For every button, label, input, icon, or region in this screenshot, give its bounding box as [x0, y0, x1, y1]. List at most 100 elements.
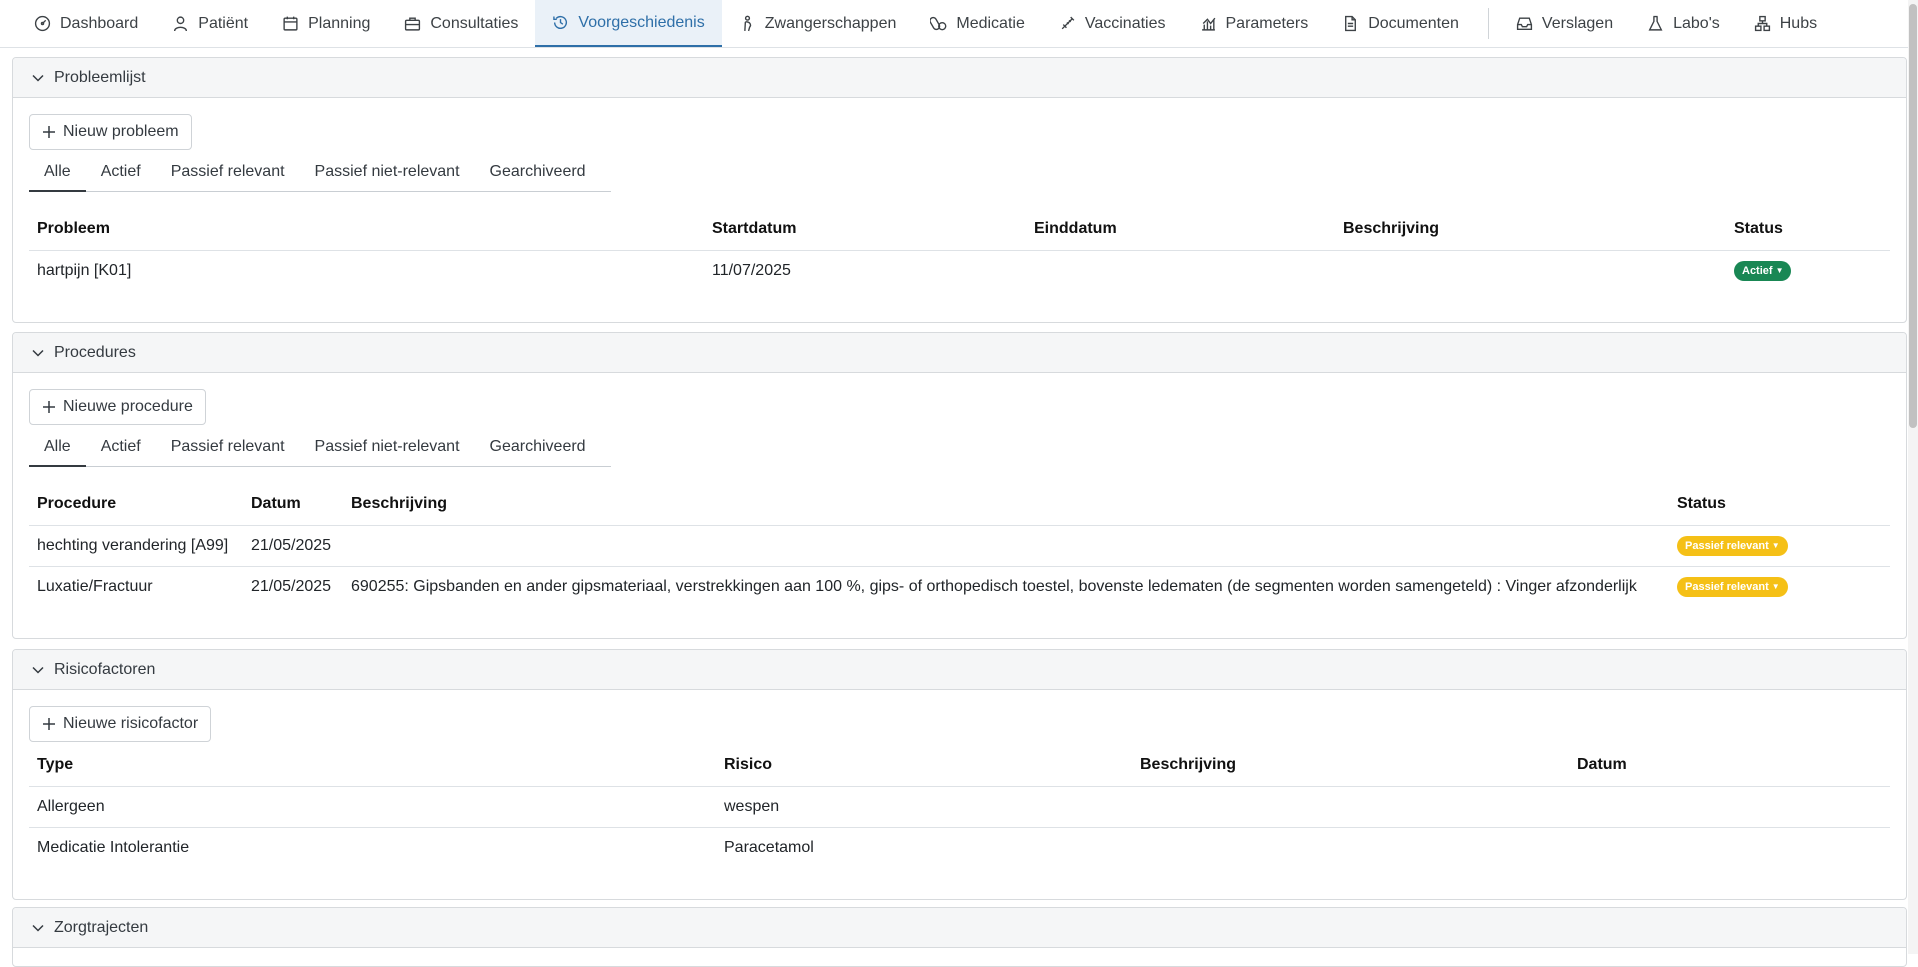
panel-title: Probleemlijst — [54, 68, 146, 86]
column-header[interactable]: Startdatum — [704, 208, 1026, 251]
procedures-panel: Procedures Nieuwe procedure Alle Actief … — [12, 332, 1907, 639]
procedure-table: Procedure Datum Beschrijving Status hech… — [29, 483, 1890, 607]
tab-dashboard[interactable]: Dashboard — [17, 0, 155, 47]
table-row[interactable]: Allergeen wespen — [29, 786, 1890, 828]
tab-labos[interactable]: Labo's — [1630, 0, 1737, 47]
plus-icon — [43, 126, 55, 138]
column-header[interactable]: Type — [29, 744, 716, 787]
filter-tab-actief[interactable]: Actief — [86, 429, 156, 467]
scrollbar-thumb[interactable] — [1909, 4, 1917, 428]
column-header[interactable]: Status — [1669, 483, 1890, 526]
tab-label: Vaccinaties — [1084, 14, 1166, 32]
caret-down-icon: ▼ — [1775, 265, 1784, 275]
tab-verslagen[interactable]: Verslagen — [1499, 0, 1630, 47]
chevron-down-icon — [32, 349, 44, 357]
column-header[interactable]: Beschrijving — [1132, 744, 1569, 787]
panel-title: Zorgtrajecten — [54, 918, 149, 936]
column-header[interactable]: Beschrijving — [1335, 208, 1726, 251]
procedures-header[interactable]: Procedures — [13, 333, 1906, 373]
new-problem-button[interactable]: Nieuw probleem — [29, 114, 192, 150]
new-procedure-button[interactable]: Nieuwe procedure — [29, 389, 206, 425]
tab-label: Planning — [308, 14, 371, 32]
table-row[interactable]: hechting verandering [A99] 21/05/2025 Pa… — [29, 525, 1890, 567]
filter-tab-gearchiveerd[interactable]: Gearchiveerd — [475, 429, 601, 467]
filter-tab-alle[interactable]: Alle — [29, 154, 86, 192]
tab-label: Voorgeschiedenis — [578, 13, 705, 31]
tab-parameters[interactable]: Parameters — [1183, 0, 1326, 47]
syringe-icon — [1061, 16, 1075, 30]
caret-down-icon: ▼ — [1771, 540, 1780, 550]
risk-type[interactable]: Allergeen — [29, 786, 716, 828]
plus-icon — [43, 401, 55, 413]
problem-description — [1335, 250, 1726, 291]
procedure-description — [343, 525, 1669, 567]
procedure-date: 21/05/2025 — [251, 577, 332, 595]
chevron-down-icon — [32, 74, 44, 82]
status-badge[interactable]: Passief relevant ▼ — [1677, 576, 1788, 597]
tab-label: Dashboard — [60, 14, 139, 32]
page-scrollbar[interactable] — [1908, 0, 1918, 954]
column-header[interactable]: Status — [1726, 208, 1890, 251]
button-label: Nieuw probleem — [63, 123, 179, 140]
tab-voorgeschiedenis[interactable]: Voorgeschiedenis — [535, 0, 722, 47]
column-header[interactable]: Datum — [243, 483, 343, 526]
column-header[interactable]: Datum — [1569, 744, 1890, 787]
filter-tab-gearchiveerd[interactable]: Gearchiveerd — [475, 154, 601, 192]
filter-tab-passief-relevant[interactable]: Passief relevant — [156, 429, 300, 467]
filter-tab-alle[interactable]: Alle — [29, 429, 86, 467]
dashboard-icon — [34, 15, 51, 32]
column-header[interactable]: Probleem — [29, 208, 704, 251]
filter-tab-passief-relevant[interactable]: Passief relevant — [156, 154, 300, 192]
table-row[interactable]: hartpijn [K01] 11/07/2025 Actief ▼ — [29, 250, 1890, 291]
risk-description — [1132, 827, 1569, 868]
procedure-filter-tabs: Alle Actief Passief relevant Passief nie… — [29, 429, 611, 467]
problem-list-header[interactable]: Probleemlijst — [13, 58, 1906, 98]
caret-down-icon: ▼ — [1771, 581, 1780, 591]
table-row[interactable]: Luxatie/Fractuur 21/05/2025 690255: Gips… — [29, 566, 1890, 607]
new-risk-factor-button[interactable]: Nieuwe risicofactor — [29, 706, 212, 742]
tab-label: Hubs — [1779, 14, 1818, 32]
user-icon — [174, 16, 188, 32]
column-header[interactable]: Einddatum — [1026, 208, 1335, 251]
risk-value: Paracetamol — [724, 838, 814, 856]
procedure-name[interactable]: Luxatie/Fractuur — [29, 566, 243, 607]
tab-medicatie[interactable]: Medicatie — [913, 0, 1041, 47]
tab-label: Verslagen — [1541, 14, 1614, 32]
hubs-icon — [1754, 15, 1770, 32]
risk-type[interactable]: Medicatie Intolerantie — [29, 827, 716, 868]
tab-label: Documenten — [1368, 14, 1459, 32]
tab-vaccinaties[interactable]: Vaccinaties — [1042, 0, 1183, 47]
status-label: Passief relevant — [1685, 539, 1769, 552]
table-row[interactable]: Medicatie Intolerantie Paracetamol — [29, 827, 1890, 868]
tab-patient[interactable]: Patiënt — [155, 0, 265, 47]
filter-tab-passief-niet-relevant[interactable]: Passief niet-relevant — [300, 429, 475, 467]
status-badge[interactable]: Passief relevant ▼ — [1677, 535, 1788, 556]
status-badge[interactable]: Actief ▼ — [1734, 260, 1792, 281]
column-header[interactable]: Beschrijving — [343, 483, 1669, 526]
procedure-date: 21/05/2025 — [243, 525, 343, 567]
tab-documenten[interactable]: Documenten — [1325, 0, 1476, 47]
main-navigation: Dashboard Patiënt Planning Consultaties … — [0, 0, 1918, 48]
risk-factors-header[interactable]: Risicofactoren — [13, 650, 1906, 690]
flask-icon — [1648, 15, 1663, 31]
tab-zwangerschappen[interactable]: Zwangerschappen — [722, 0, 914, 47]
chart-icon — [1201, 17, 1215, 31]
tab-label: Parameters — [1225, 14, 1309, 32]
tab-label: Patiënt — [198, 14, 249, 32]
procedure-name[interactable]: hechting verandering [A99] — [29, 525, 243, 567]
tab-label: Labo's — [1673, 14, 1720, 32]
risk-factor-table: Type Risico Beschrijving Datum Allergeen… — [29, 744, 1890, 868]
column-header[interactable]: Risico — [716, 744, 1132, 787]
risk-description — [1132, 786, 1569, 828]
care-pathways-header[interactable]: Zorgtrajecten — [13, 908, 1906, 948]
filter-tab-actief[interactable]: Actief — [86, 154, 156, 192]
tab-hubs[interactable]: Hubs — [1737, 0, 1834, 47]
chevron-down-icon — [32, 666, 44, 674]
tab-planning[interactable]: Planning — [265, 0, 387, 47]
filter-tab-passief-niet-relevant[interactable]: Passief niet-relevant — [300, 154, 475, 192]
problem-name[interactable]: hartpijn [K01] — [29, 250, 704, 291]
tab-consultaties[interactable]: Consultaties — [387, 0, 535, 47]
tab-label: Zwangerschappen — [764, 14, 897, 32]
problem-filter-tabs: Alle Actief Passief relevant Passief nie… — [29, 154, 611, 192]
column-header[interactable]: Procedure — [29, 483, 243, 526]
